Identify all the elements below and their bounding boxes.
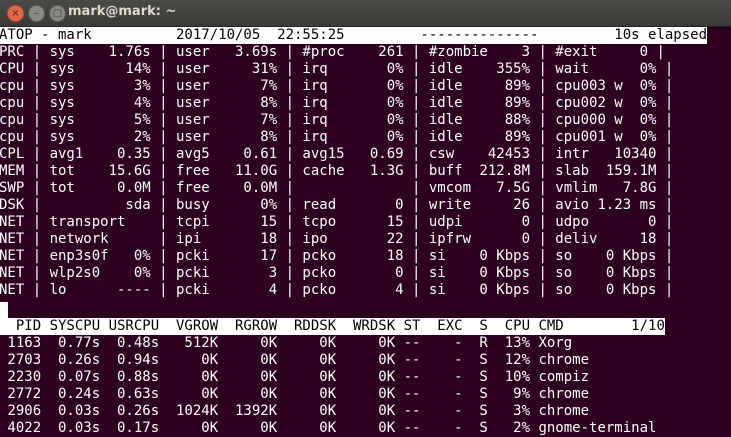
atop-header-line: ATOP - mark 2017/10/05 22:55:25 --------… — [0, 27, 708, 44]
minimize-icon[interactable]: – — [28, 5, 45, 22]
stat-line-net-network: NET | network | ipi 18 | ipo 22 | ipfrw … — [0, 231, 674, 247]
stat-line-cpu0: cpu | sys 5% | user 7% | irq 0% | idle 8… — [0, 112, 674, 128]
maximize-icon[interactable]: □ — [49, 5, 66, 22]
process-row: 1163 0.77s 0.48s 512K 0K 0K 0K -- - R 13… — [0, 335, 573, 351]
close-icon[interactable]: × — [7, 5, 24, 22]
terminal-area[interactable]: ATOP - mark 2017/10/05 22:55:25 --------… — [0, 26, 731, 437]
stat-line-cpu: CPU | sys 14% | user 31% | irq 0% | idle… — [0, 61, 674, 77]
process-row: 2703 0.26s 0.94s 0K 0K 0K 0K -- - S 12% … — [0, 352, 590, 368]
stat-line-cpu1: cpu | sys 2% | user 8% | irq 0% | idle 8… — [0, 129, 674, 145]
process-table-header: PID SYSCPU USRCPU VGROW RGROW RDDSK WRDS… — [0, 318, 665, 335]
stat-line-mem: MEM | tot 15.6G | free 11.0G | cache 1.3… — [0, 163, 674, 179]
stat-line-cpu3: cpu | sys 3% | user 7% | irq 0% | idle 8… — [0, 78, 674, 94]
terminal-cursor — [0, 302, 8, 319]
process-row: 2772 0.24s 0.63s 0K 0K 0K 0K -- - S 9% c… — [0, 386, 590, 402]
stat-line-net-enp3s0f: NET | enp3s0f 0% | pcki 17 | pcko 18 | s… — [0, 248, 674, 264]
stat-line-net-transport: NET | transport | tcpi 15 | tcpo 15 | ud… — [0, 214, 674, 230]
stat-line-prc: PRC | sys 1.76s | user 3.69s | #proc 261… — [0, 44, 665, 60]
stat-line-net-wlp2s0: NET | wlp2s0 0% | pcki 3 | pcko 0 | si 0… — [0, 265, 674, 281]
stat-line-cpu2: cpu | sys 4% | user 8% | irq 0% | idle 8… — [0, 95, 674, 111]
process-row: 2906 0.03s 0.26s 1024K 1392K 0K 0K -- - … — [0, 403, 590, 419]
window-title: mark@mark: ~ — [68, 4, 177, 19]
stat-line-net-lo: NET | lo ---- | pcki 4 | pcko 4 | si 0 K… — [0, 282, 674, 298]
process-row: 2230 0.07s 0.88s 0K 0K 0K 0K -- - S 10% … — [0, 369, 590, 385]
stat-line-dsk: DSK | sda | busy 0% | read 0 | write 26 … — [0, 197, 674, 213]
process-row: 4022 0.03s 0.17s 0K 0K 0K 0K -- - S 2% g… — [0, 420, 657, 436]
stat-line-swp: SWP | tot 0.0M | free 0.0M | | vmcom 7.5… — [0, 180, 674, 196]
window-titlebar[interactable]: × – □ mark@mark: ~ — [0, 0, 731, 27]
stat-line-cpl: CPL | avg1 0.35 | avg5 0.61 | avg15 0.69… — [0, 146, 674, 162]
